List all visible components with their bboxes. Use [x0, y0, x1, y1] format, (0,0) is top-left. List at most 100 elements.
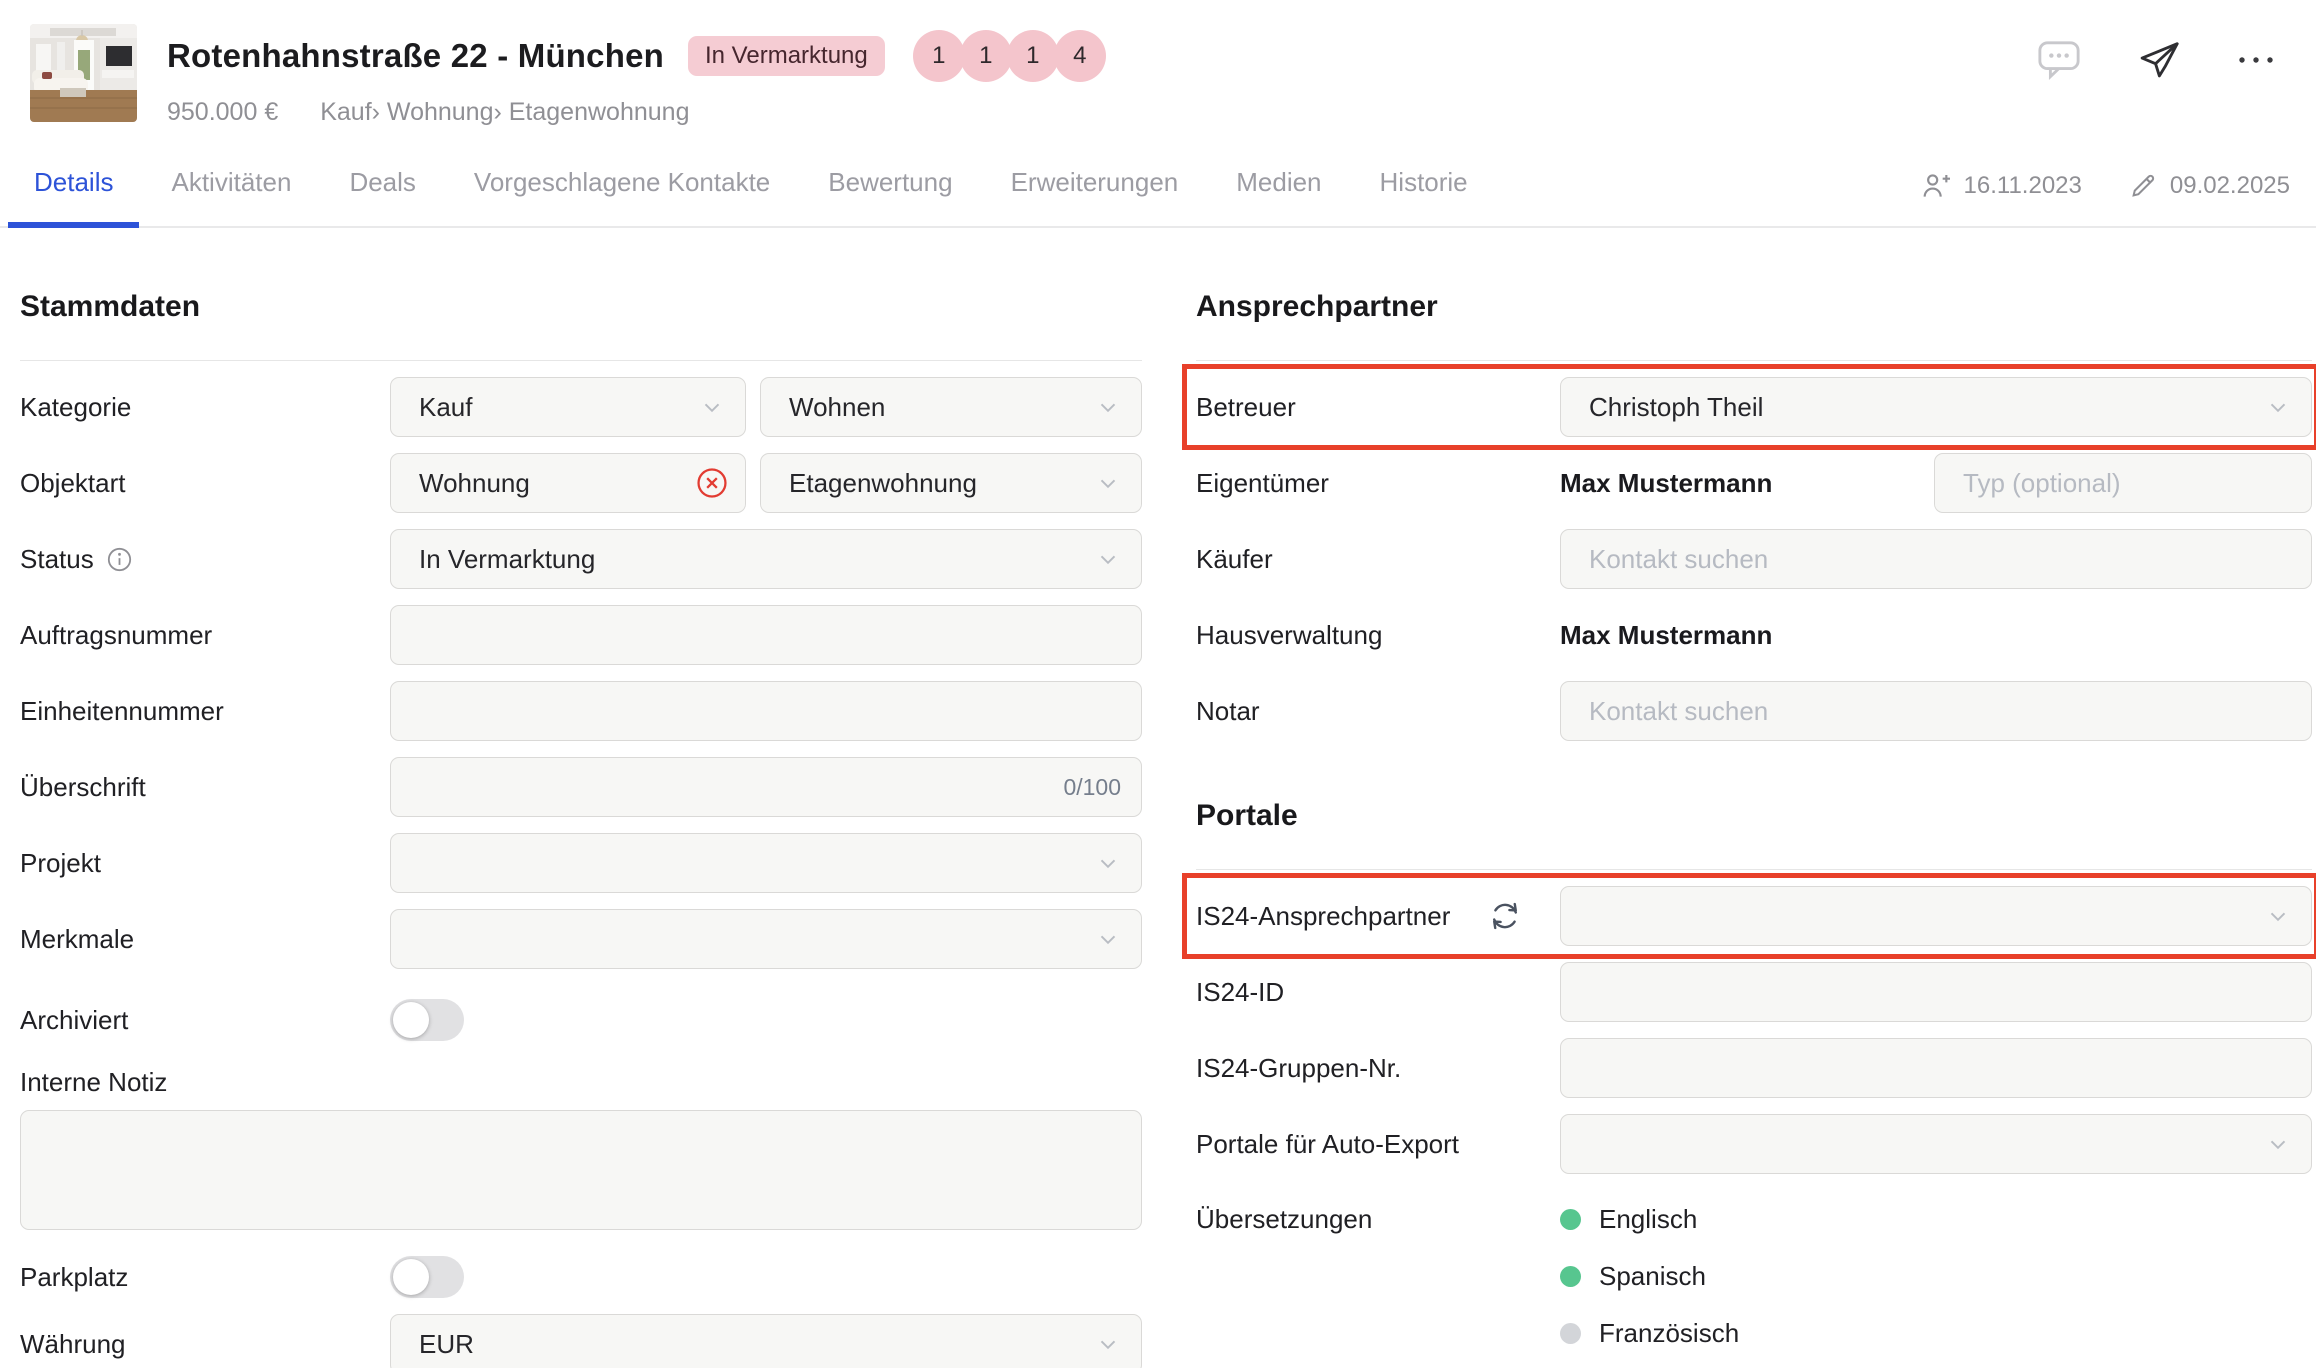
auto-export-label: Portale für Auto-Export	[1196, 1129, 1560, 1160]
uebersetzungen-row: Übersetzungen Englisch Spanisch Franz	[1196, 1202, 2312, 1349]
tab-details[interactable]: Details	[34, 167, 113, 226]
auto-export-select[interactable]	[1560, 1114, 2312, 1174]
translation-status-dot	[1560, 1209, 1581, 1230]
kaeufer-label: Käufer	[1196, 544, 1560, 575]
hausverwaltung-label: Hausverwaltung	[1196, 620, 1560, 651]
tab-bar: Details Aktivitäten Deals Vorgeschlagene…	[0, 167, 2316, 228]
projekt-select[interactable]	[390, 833, 1142, 893]
betreuer-value: Christoph Theil	[1589, 392, 1763, 423]
header-actions	[2036, 24, 2290, 127]
modified-date: 09.02.2025	[2170, 172, 2290, 200]
created-date-meta: 16.11.2023	[1920, 170, 2082, 202]
merkmale-label: Merkmale	[20, 924, 390, 955]
clear-circle-icon[interactable]	[695, 466, 729, 500]
projekt-label: Projekt	[20, 848, 390, 879]
status-label: Status	[20, 544, 390, 575]
status-badge: In Vermarktung	[688, 36, 885, 76]
waehrung-select[interactable]: EUR	[390, 1314, 1142, 1368]
chevron-down-icon	[1095, 546, 1121, 572]
property-photo[interactable]	[30, 24, 137, 122]
einheitennummer-input[interactable]	[390, 681, 1142, 741]
hausverwaltung-contact-link[interactable]: Max Mustermann	[1560, 620, 2312, 651]
nutzungsart-select[interactable]: Wohnen	[760, 377, 1142, 437]
tab-vorgeschlagene-kontakte[interactable]: Vorgeschlagene Kontakte	[474, 167, 770, 226]
kaeufer-row: Käufer	[1196, 529, 2312, 589]
stammdaten-title: Stammdaten	[20, 290, 1142, 324]
is24-ansprechpartner-select[interactable]	[1560, 886, 2312, 946]
interne-notiz-textarea[interactable]	[20, 1110, 1142, 1230]
tab-erweiterungen[interactable]: Erweiterungen	[1011, 167, 1179, 226]
comment-bubble-icon[interactable]	[2036, 38, 2082, 82]
divider	[20, 360, 1142, 361]
portale-title: Portale	[1196, 799, 2312, 833]
chevron-down-icon	[2265, 394, 2291, 420]
status-select[interactable]: In Vermarktung	[390, 529, 1142, 589]
ueberschrift-row: Überschrift 0/100	[20, 757, 1142, 817]
kategorie-select[interactable]: Kauf	[390, 377, 746, 437]
parkplatz-row: Parkplatz	[20, 1256, 1142, 1298]
tabs: Details Aktivitäten Deals Vorgeschlagene…	[34, 167, 1468, 226]
header: Rotenhahnstraße 22 - München In Vermarkt…	[0, 0, 2316, 127]
info-icon[interactable]	[106, 546, 133, 573]
auftragsnummer-row: Auftragsnummer	[20, 605, 1142, 665]
betreuer-select[interactable]: Christoph Theil	[1560, 377, 2312, 437]
tab-deals[interactable]: Deals	[349, 167, 415, 226]
chevron-down-icon	[1095, 850, 1121, 876]
is24-gruppen-nr-input[interactable]	[1560, 1038, 2312, 1098]
char-counter: 0/100	[1063, 774, 1121, 801]
is24-gruppen-nr-row: IS24-Gruppen-Nr.	[1196, 1038, 2312, 1098]
archiviert-label: Archiviert	[20, 1005, 390, 1036]
archiviert-row: Archiviert	[20, 999, 1142, 1041]
ansprechpartner-title: Ansprechpartner	[1196, 290, 2312, 324]
ellipsis-icon[interactable]	[2236, 38, 2276, 82]
merkmale-select[interactable]	[390, 909, 1142, 969]
eigentuemer-label: Eigentümer	[1196, 468, 1560, 499]
tab-historie[interactable]: Historie	[1380, 167, 1468, 226]
is24-ansprechpartner-row: IS24-Ansprechpartner	[1196, 886, 2312, 946]
page-title: Rotenhahnstraße 22 - München	[167, 37, 664, 75]
objektart-subtype-select[interactable]: Etagenwohnung	[760, 453, 1142, 513]
kategorie-value: Kauf	[419, 392, 473, 423]
counter-badge-2[interactable]: 1	[960, 30, 1012, 82]
translation-franzoesisch[interactable]: Französisch	[1560, 1318, 1739, 1349]
paper-plane-icon[interactable]	[2136, 38, 2182, 82]
price: 950.000 €	[167, 98, 278, 127]
auftragsnummer-input[interactable]	[390, 605, 1142, 665]
tab-medien[interactable]: Medien	[1236, 167, 1321, 226]
translation-englisch[interactable]: Englisch	[1560, 1204, 1739, 1235]
objektart-value-field[interactable]: Wohnung	[390, 453, 746, 513]
notar-search-input[interactable]	[1560, 681, 2312, 741]
projekt-row: Projekt	[20, 833, 1142, 893]
translation-spanisch[interactable]: Spanisch	[1560, 1261, 1739, 1292]
is24-id-label: IS24-ID	[1196, 977, 1560, 1008]
uebersetzungen-label: Übersetzungen	[1196, 1202, 1560, 1235]
betreuer-row: Betreuer Christoph Theil	[1196, 377, 2312, 437]
eigentuemer-typ-input[interactable]	[1934, 453, 2312, 513]
eigentuemer-contact-link[interactable]: Max Mustermann	[1560, 468, 1920, 499]
ueberschrift-field[interactable]: 0/100	[390, 757, 1142, 817]
is24-id-input[interactable]	[1560, 962, 2312, 1022]
divider	[1196, 869, 2312, 870]
status-value: In Vermarktung	[419, 544, 595, 575]
eigentuemer-row: Eigentümer Max Mustermann	[1196, 453, 2312, 513]
parkplatz-toggle[interactable]	[390, 1256, 464, 1298]
modified-date-meta: 09.02.2025	[2128, 171, 2290, 201]
person-plus-icon	[1920, 170, 1952, 202]
counter-badge-1[interactable]: 1	[913, 30, 965, 82]
counter-badge-3[interactable]: 1	[1007, 30, 1059, 82]
counter-badge-4[interactable]: 4	[1054, 30, 1106, 82]
tab-aktivitaeten[interactable]: Aktivitäten	[171, 167, 291, 226]
waehrung-label: Währung	[20, 1329, 390, 1360]
kaeufer-search-input[interactable]	[1560, 529, 2312, 589]
objektart-subtype-value: Etagenwohnung	[789, 468, 977, 499]
record-meta: 16.11.2023 09.02.2025	[1920, 170, 2290, 226]
tab-bewertung[interactable]: Bewertung	[828, 167, 952, 226]
header-main: Rotenhahnstraße 22 - München In Vermarkt…	[167, 24, 1106, 127]
translation-label: Englisch	[1599, 1204, 1697, 1235]
betreuer-label: Betreuer	[1196, 392, 1560, 423]
nutzungsart-value: Wohnen	[789, 392, 885, 423]
waehrung-value: EUR	[419, 1329, 474, 1360]
archiviert-toggle[interactable]	[390, 999, 464, 1041]
sync-icon[interactable]	[1488, 899, 1522, 933]
chevron-down-icon	[699, 394, 725, 420]
